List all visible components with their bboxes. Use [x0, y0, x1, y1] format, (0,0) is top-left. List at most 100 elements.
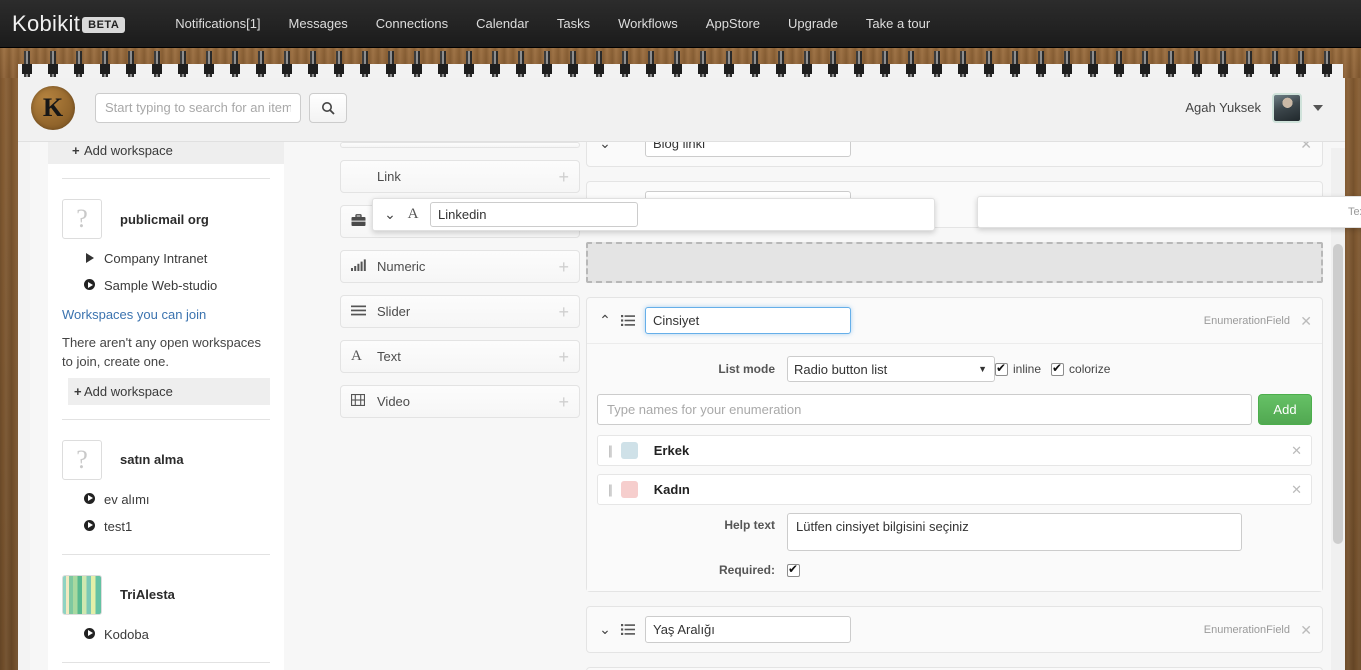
nav-item-upgrade[interactable]: Upgrade [774, 10, 852, 37]
close-icon[interactable]: ✕ [1300, 623, 1312, 637]
text-a-icon: A [351, 348, 362, 364]
inline-checkbox[interactable] [995, 361, 1008, 376]
search-icon [322, 101, 335, 115]
required-checkbox[interactable] [787, 562, 800, 577]
color-swatch[interactable] [620, 442, 638, 459]
sidebar-item-kodoba[interactable]: Kodoba [48, 621, 284, 648]
palette-item-text[interactable]: A Text + [340, 340, 580, 373]
help-text-textarea[interactable] [787, 513, 1242, 551]
sidebar-item-test1[interactable]: test1 [48, 513, 284, 540]
palette-item-video[interactable]: Video + [340, 385, 580, 418]
nav-item-connections[interactable]: Connections [362, 10, 462, 37]
field-card-yas-araligi[interactable]: ⌄ EnumerationField ✕ [586, 606, 1323, 653]
beta-badge: BETA [82, 16, 126, 33]
workspace-sidebar: + Add workspace ? publicmail org Company… [48, 137, 284, 670]
field-card-cinsiyet[interactable]: ⌃ EnumerationField ✕ [586, 297, 1323, 592]
enumeration-item-label: Kadın [653, 482, 690, 497]
nav-item-appstore[interactable]: AppStore [692, 10, 774, 37]
no-open-workspaces-note: There aren't any open workspaces to join… [62, 335, 262, 369]
nav-item-tasks[interactable]: Tasks [543, 10, 604, 37]
list-icon [619, 313, 637, 329]
enumeration-item-kadin[interactable]: || Kadın ✕ [597, 474, 1312, 505]
sidebar-item-label: Company Intranet [104, 251, 208, 266]
field-type-label: EnumerationField [1203, 623, 1290, 636]
workspace-name: satın alma [120, 452, 184, 468]
top-navbar: Kobikit BETA Notifications[1] Messages Co… [0, 0, 1361, 48]
sidebar-item-sample-web-studio[interactable]: Sample Web-studio [48, 272, 284, 299]
play-dot-icon [84, 627, 95, 639]
nav-item-calendar[interactable]: Calendar [462, 10, 543, 37]
chevron-down-icon[interactable]: ⌄ [597, 621, 613, 638]
nav-item-notifications[interactable]: Notifications[1] [161, 10, 274, 37]
enumeration-item-erkek[interactable]: || Erkek ✕ [597, 435, 1312, 466]
film-icon [350, 393, 371, 409]
brand-logo[interactable]: Kobikit BETA [12, 10, 126, 37]
list-mode-select[interactable]: Radio button list ▼ [787, 356, 995, 382]
app-header: K Agah Yuksek [18, 74, 1345, 142]
list-mode-value: Radio button list [794, 361, 888, 377]
divider [62, 661, 270, 663]
nav-item-messages[interactable]: Messages [275, 10, 362, 37]
enumeration-name-input[interactable] [597, 394, 1252, 425]
close-icon[interactable]: ✕ [1291, 482, 1302, 498]
close-icon[interactable]: ✕ [1300, 314, 1312, 328]
required-label: Required: [718, 563, 775, 577]
palette-item-slider[interactable]: Slider + [340, 295, 580, 328]
plus-icon: + [72, 143, 80, 158]
search-button[interactable] [309, 92, 347, 123]
workspaces-you-can-join-link[interactable]: Workspaces you can join [48, 299, 284, 326]
sidebar-item-company-intranet[interactable]: Company Intranet [48, 245, 284, 272]
colorize-checkbox[interactable] [1051, 361, 1065, 376]
workspace-header-satin-alma[interactable]: ? satın alma [48, 434, 284, 486]
drag-handle-icon[interactable]: || [608, 443, 613, 458]
palette-item-label: Slider [377, 304, 411, 319]
workspace-placeholder-icon: ? [62, 199, 102, 239]
dragged-field-name-input[interactable] [430, 202, 638, 227]
plus-icon: + [74, 383, 82, 399]
add-icon[interactable]: + [558, 348, 569, 366]
kobikit-logo-icon[interactable]: K [31, 85, 75, 130]
enumeration-add-row: Add [597, 394, 1312, 425]
field-name-input[interactable] [645, 307, 851, 334]
briefcase-icon [351, 213, 371, 230]
avatar[interactable] [1272, 92, 1302, 123]
nav-item-take-a-tour[interactable]: Take a tour [852, 10, 944, 37]
sidebar-item-label: ev alımı [104, 491, 150, 507]
workspace-header-trialesta[interactable]: TriAlesta [48, 569, 284, 621]
drag-handle-icon[interactable]: || [608, 482, 613, 497]
add-enumeration-button[interactable]: Add [1258, 394, 1312, 425]
palette-item-label: Numeric [377, 259, 426, 274]
color-swatch[interactable] [620, 481, 638, 498]
add-icon[interactable]: + [558, 393, 569, 411]
add-workspace-label: Add workspace [84, 143, 173, 158]
add-icon[interactable]: + [558, 303, 569, 321]
drop-placeholder [586, 242, 1323, 283]
sidebar-item-label: Kodoba [104, 626, 149, 642]
list-mode-label: List mode [718, 362, 775, 376]
nav-item-workflows[interactable]: Workflows [604, 10, 692, 37]
search-input[interactable] [95, 92, 301, 123]
add-icon[interactable]: + [558, 168, 569, 186]
left-gutter [18, 142, 30, 670]
user-area: Agah Yuksek [1185, 92, 1323, 123]
add-workspace-button-bottom[interactable]: + Add workspace [68, 377, 270, 405]
colorize-label: colorize [1069, 362, 1111, 376]
palette-item-numeric[interactable]: Numeric + [340, 250, 580, 283]
brand-name: Kobikit [12, 10, 81, 36]
workspace-avatar-icon [62, 574, 102, 615]
chevron-up-icon[interactable]: ⌃ [597, 312, 613, 329]
palette-item-cut-off[interactable] [340, 142, 580, 148]
sidebar-item-ev-alimi[interactable]: ev alımı [48, 486, 284, 513]
chevron-down-icon[interactable] [1313, 104, 1323, 111]
sidebar-item-label: test1 [104, 518, 133, 534]
close-icon[interactable]: ✕ [1291, 443, 1302, 459]
field-name-input[interactable] [645, 616, 851, 643]
field-header: ⌄ EnumerationField ✕ [587, 607, 1322, 652]
dragged-field-ghost[interactable]: ⌄ A [372, 198, 935, 231]
help-text-row: Help text [597, 513, 1312, 551]
palette-item-link[interactable]: Link + [340, 160, 580, 193]
workspace-header-publicmail[interactable]: ? publicmail org [48, 193, 284, 245]
field-header: ⌃ EnumerationField ✕ [587, 298, 1322, 343]
page-scrollbar-thumb[interactable] [1333, 244, 1343, 544]
add-icon[interactable]: + [558, 258, 569, 276]
